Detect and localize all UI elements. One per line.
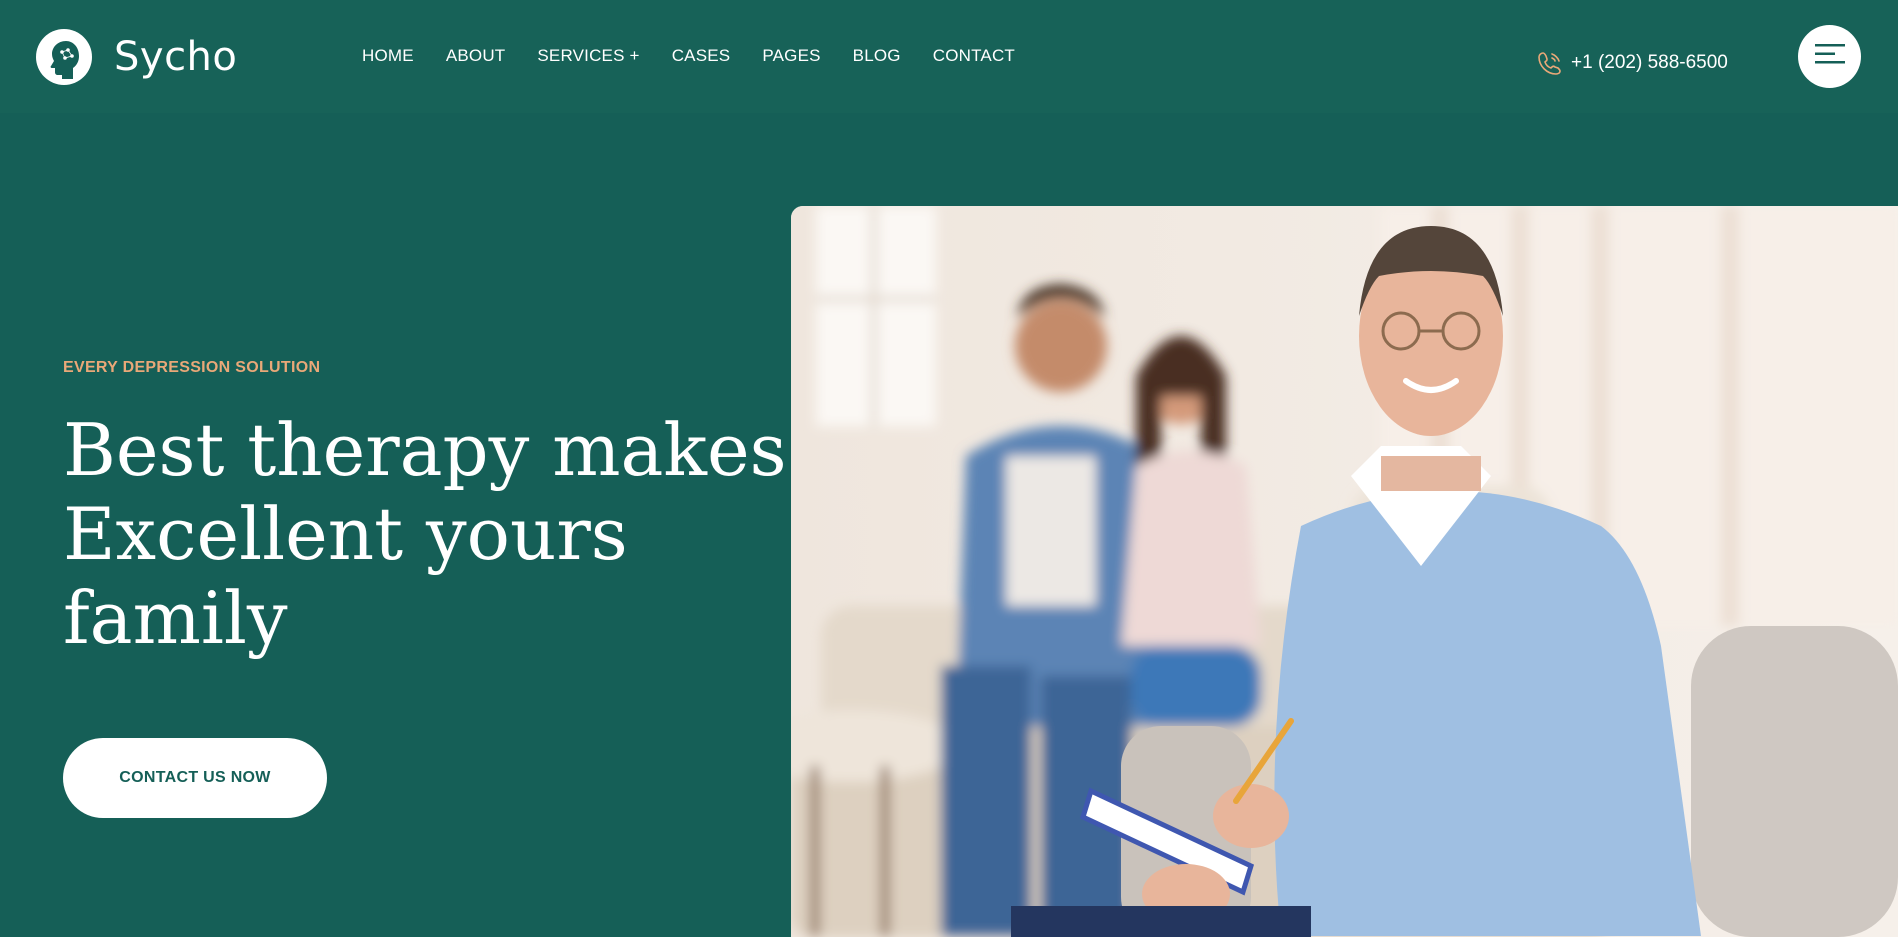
hero-title-line-3: family bbox=[63, 576, 288, 660]
hamburger-menu-icon bbox=[1814, 43, 1845, 70]
site-header: Sycho HOME ABOUT SERVICES + CASES PAGES … bbox=[0, 0, 1898, 113]
nav-item-about[interactable]: ABOUT bbox=[446, 46, 506, 66]
nav-item-cases[interactable]: CASES bbox=[672, 46, 731, 66]
nav-item-home[interactable]: HOME bbox=[362, 46, 414, 66]
phone-call-icon bbox=[1537, 50, 1563, 76]
hero-photo bbox=[791, 206, 1898, 937]
header-phone[interactable]: +1 (202) 588-6500 bbox=[1537, 50, 1728, 76]
hero-title: Best therapy makes Excellent yours famil… bbox=[63, 408, 787, 660]
hero-title-line-2: Excellent yours bbox=[63, 492, 628, 576]
contact-us-button[interactable]: CONTACT US NOW bbox=[63, 738, 327, 818]
nav-item-services[interactable]: SERVICES + bbox=[537, 46, 639, 66]
phone-number: +1 (202) 588-6500 bbox=[1571, 52, 1728, 73]
menu-button[interactable] bbox=[1798, 25, 1861, 88]
nav-item-contact[interactable]: CONTACT bbox=[933, 46, 1015, 66]
nav-item-pages[interactable]: PAGES bbox=[762, 46, 820, 66]
logo[interactable]: Sycho bbox=[36, 29, 237, 85]
hero-eyebrow: EVERY DEPRESSION SOLUTION bbox=[63, 359, 321, 376]
nav-item-blog[interactable]: BLOG bbox=[853, 46, 901, 66]
main-nav: HOME ABOUT SERVICES + CASES PAGES BLOG C… bbox=[362, 46, 1047, 66]
head-brain-icon bbox=[36, 29, 92, 85]
hero-title-line-1: Best therapy makes bbox=[63, 408, 787, 492]
brand-name: Sycho bbox=[114, 34, 238, 80]
